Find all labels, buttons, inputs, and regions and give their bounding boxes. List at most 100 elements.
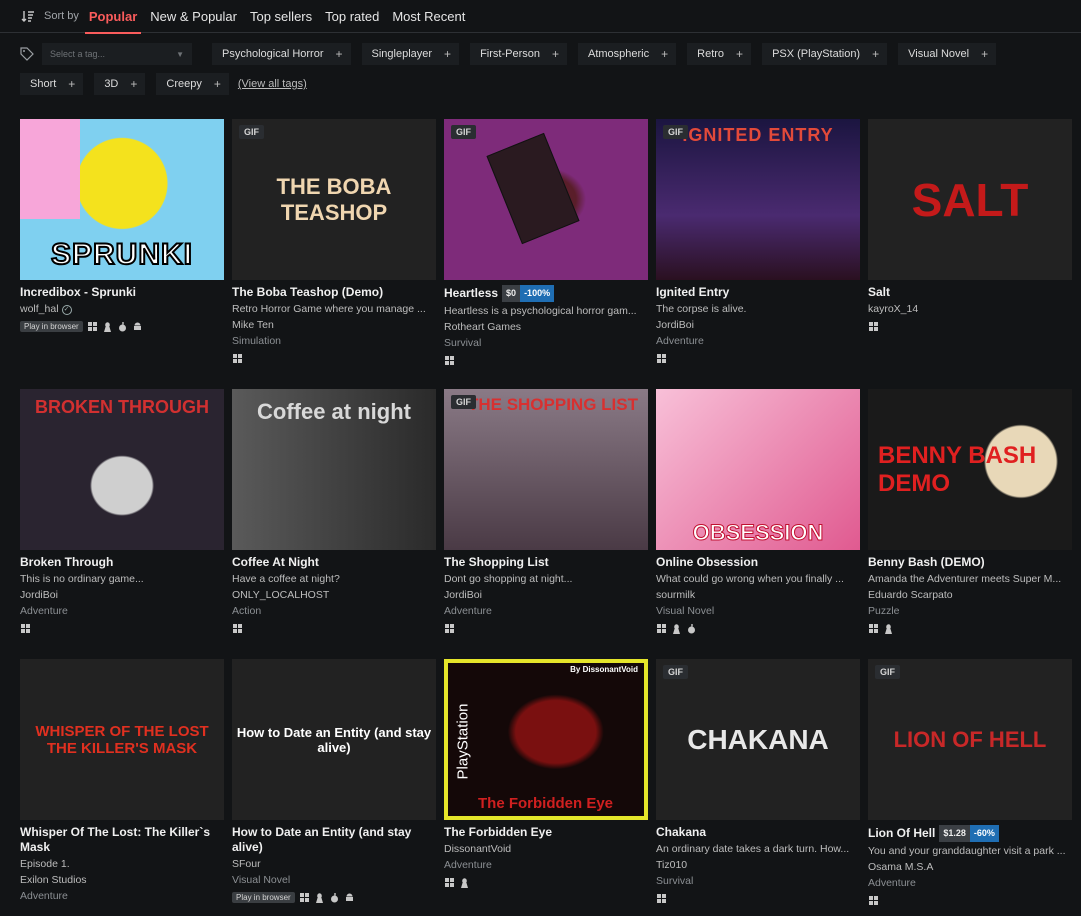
tag-label: First-Person xyxy=(480,48,540,60)
tag-chip[interactable]: Retro + xyxy=(687,43,752,65)
game-author[interactable]: kayroX_14 xyxy=(868,303,1072,316)
game-author[interactable]: Tiz010 xyxy=(656,859,860,872)
game-title[interactable]: The Shopping List xyxy=(444,555,648,570)
tag-label: Short xyxy=(30,78,57,90)
game-title[interactable]: Ignited Entry xyxy=(656,285,860,300)
game-author[interactable]: Mike Ten xyxy=(232,319,436,332)
game-thumbnail[interactable]: BROKEN THROUGH xyxy=(20,389,224,550)
game-card[interactable]: SALT Salt kayroX_14 xyxy=(868,119,1072,366)
game-author[interactable]: JordiBoi xyxy=(20,589,224,602)
game-thumbnail[interactable]: GIF xyxy=(444,119,648,280)
tag-chip[interactable]: PSX (PlayStation) + xyxy=(762,43,888,65)
game-thumbnail[interactable]: LION OF HELL GIF xyxy=(868,659,1072,820)
add-tag-icon[interactable]: + xyxy=(550,47,567,61)
add-tag-icon[interactable]: + xyxy=(734,47,751,61)
platform-list xyxy=(868,321,1072,332)
add-tag-icon[interactable]: + xyxy=(442,47,459,61)
game-author[interactable]: JordiBoi xyxy=(656,319,860,332)
add-tag-icon[interactable]: + xyxy=(979,47,996,61)
view-all-tags-link[interactable]: (View all tags) xyxy=(238,78,307,90)
add-tag-icon[interactable]: + xyxy=(659,47,676,61)
game-thumbnail[interactable]: THE BOBA TEASHOP GIF xyxy=(232,119,436,280)
tag-chip[interactable]: Visual Novel + xyxy=(898,43,997,65)
game-card[interactable]: LION OF HELL GIF Lion Of Hell $1.28 -60% You … xyxy=(868,659,1072,906)
tag-chip[interactable]: 3D + xyxy=(94,73,146,95)
game-thumbnail[interactable]: IGNITED ENTRY GIF xyxy=(656,119,860,280)
game-author[interactable]: Rotheart Games xyxy=(444,321,648,334)
tag-select[interactable]: Select a tag... ▼ xyxy=(42,43,192,65)
game-thumbnail[interactable]: SPRUNKI xyxy=(20,119,224,280)
game-author[interactable]: ONLY_LOCALHOST xyxy=(232,589,436,602)
game-title[interactable]: Salt xyxy=(868,285,1072,300)
game-card[interactable]: GIF Heartless $0 -100% Heartless is a psycho… xyxy=(444,119,648,366)
add-tag-icon[interactable]: + xyxy=(66,77,83,91)
game-title[interactable]: The Forbidden Eye xyxy=(444,825,648,840)
game-thumbnail[interactable]: CHAKANA GIF xyxy=(656,659,860,820)
game-card[interactable]: BROKEN THROUGH Broken Through This is no o… xyxy=(20,389,224,634)
sort-tab-popular[interactable]: Popular xyxy=(84,0,142,34)
tag-chip[interactable]: Singleplayer + xyxy=(361,43,460,65)
windows-icon xyxy=(656,624,666,634)
tag-chip[interactable]: Psychological Horror + xyxy=(212,43,351,65)
game-card[interactable]: Coffee at night Coffee At Night Have a cof… xyxy=(232,389,436,634)
game-author[interactable]: Eduardo Scarpato xyxy=(868,589,1072,602)
game-card[interactable]: WHISPER OF THE LOST THE KILLER'S MASK Whi… xyxy=(20,659,224,906)
game-title[interactable]: Online Obsession xyxy=(656,555,860,570)
game-thumbnail[interactable]: THE SHOPPING LIST GIF xyxy=(444,389,648,550)
game-card[interactable]: THE BOBA TEASHOP GIF The Boba Teashop (Dem… xyxy=(232,119,436,366)
sort-tab-top-rated[interactable]: Top rated xyxy=(325,0,379,33)
game-title[interactable]: Lion Of Hell $1.28 -60% xyxy=(868,825,1072,842)
game-title[interactable]: Coffee At Night xyxy=(232,555,436,570)
mac-icon xyxy=(686,623,696,634)
play-in-browser-badge: Play in browser xyxy=(20,321,83,332)
game-author[interactable]: JordiBoi xyxy=(444,589,648,602)
game-title[interactable]: Incredibox - Sprunki xyxy=(20,285,224,300)
sort-icon[interactable] xyxy=(20,8,36,24)
game-title[interactable]: Broken Through xyxy=(20,555,224,570)
game-author[interactable]: wolf_hal ✓ xyxy=(20,303,224,316)
game-thumbnail[interactable]: Coffee at night xyxy=(232,389,436,550)
game-title[interactable]: Chakana xyxy=(656,825,860,840)
game-title[interactable]: How to Date an Entity (and stay alive) xyxy=(232,825,436,855)
add-tag-icon[interactable]: + xyxy=(333,47,350,61)
thumbnail-art: How to Date an Entity (and stay alive) xyxy=(232,659,436,820)
game-title-text: Benny Bash (DEMO) xyxy=(868,555,985,569)
game-thumbnail[interactable]: SALT xyxy=(868,119,1072,280)
game-author[interactable]: Exilon Studios xyxy=(20,874,224,887)
tag-chip[interactable]: First-Person + xyxy=(470,43,567,65)
game-title[interactable]: Benny Bash (DEMO) xyxy=(868,555,1072,570)
game-thumbnail[interactable]: The Forbidden Eye By DissonantVoid PlaySta… xyxy=(444,659,648,820)
game-author[interactable]: Osama M.S.A xyxy=(868,861,1072,874)
game-thumbnail[interactable]: BENNY BASH DEMO xyxy=(868,389,1072,550)
tag-chip[interactable]: Creepy + xyxy=(156,73,229,95)
game-title[interactable]: The Boba Teashop (Demo) xyxy=(232,285,436,300)
add-tag-icon[interactable]: + xyxy=(128,77,145,91)
add-tag-icon[interactable]: + xyxy=(870,47,887,61)
game-card[interactable]: The Forbidden Eye By DissonantVoid PlaySta… xyxy=(444,659,648,906)
game-card[interactable]: OBSESSION Online Obsession What could go w… xyxy=(656,389,860,634)
game-card[interactable]: IGNITED ENTRY GIF Ignited Entry The corpse … xyxy=(656,119,860,366)
game-card[interactable]: THE SHOPPING LIST GIF The Shopping List Don… xyxy=(444,389,648,634)
add-tag-icon[interactable]: + xyxy=(212,77,229,91)
game-thumbnail[interactable]: OBSESSION xyxy=(656,389,860,550)
thumbnail-text: WHISPER OF THE LOST THE KILLER'S MASK xyxy=(35,722,209,757)
game-card[interactable]: CHAKANA GIF Chakana An ordinary date takes … xyxy=(656,659,860,906)
game-card[interactable]: SPRUNKI Incredibox - Sprunki wolf_hal ✓ Play… xyxy=(20,119,224,366)
game-thumbnail[interactable]: How to Date an Entity (and stay alive) xyxy=(232,659,436,820)
tag-chip[interactable]: Short + xyxy=(20,73,84,95)
game-thumbnail[interactable]: WHISPER OF THE LOST THE KILLER'S MASK xyxy=(20,659,224,820)
gif-badge: GIF xyxy=(663,125,688,139)
sort-tab-top-sellers[interactable]: Top sellers xyxy=(250,0,312,33)
thumbnail-art: THE SHOPPING LIST xyxy=(444,389,648,550)
game-title[interactable]: Whisper Of The Lost: The Killer`s Mask xyxy=(20,825,224,855)
tag-chip[interactable]: Atmospheric + xyxy=(577,43,677,65)
game-author[interactable]: sourmilk xyxy=(656,589,860,602)
game-description: An ordinary date takes a dark turn. How.… xyxy=(656,843,850,855)
game-card[interactable]: How to Date an Entity (and stay alive) Ho… xyxy=(232,659,436,906)
game-author[interactable]: SFour xyxy=(232,858,436,871)
game-title[interactable]: Heartless $0 -100% xyxy=(444,285,648,302)
game-author[interactable]: DissonantVoid xyxy=(444,843,648,856)
sort-tab-new-popular[interactable]: New & Popular xyxy=(150,0,237,33)
sort-tab-most-recent[interactable]: Most Recent xyxy=(392,0,465,33)
game-card[interactable]: BENNY BASH DEMO Benny Bash (DEMO) Amanda t… xyxy=(868,389,1072,634)
